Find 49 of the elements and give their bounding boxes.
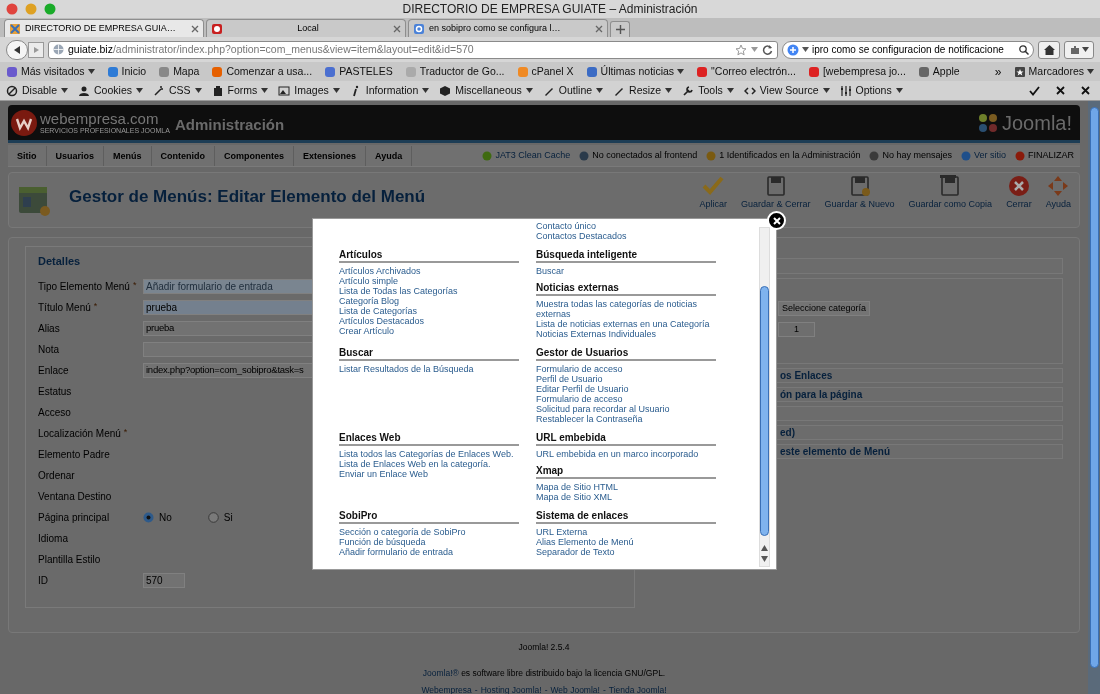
field-label: Nota: [38, 342, 60, 357]
required-marker: *: [123, 425, 128, 439]
required-marker: *: [93, 299, 98, 313]
field-label: Título Menú: [38, 300, 91, 315]
page-title: Gestor de Menús: Editar Elemento del Menú: [69, 186, 426, 209]
field-label: Estatus: [38, 384, 72, 399]
version-text: Joomla! 2.5.4: [518, 641, 570, 654]
section-heading: URL embebida: [536, 432, 716, 446]
brand-name: webempresa.com: [40, 110, 160, 127]
section-heading: Xmap: [536, 465, 716, 479]
panel-title: este elemento de Menú: [780, 445, 891, 459]
window-title: DIRECTORIO DE EMPRESA GUIATE – Administración: [402, 1, 698, 18]
separator-text: -: [474, 683, 478, 694]
section-heading: Búsqueda inteligente: [536, 249, 716, 263]
fieldset-legend: Detalles: [38, 253, 81, 270]
status-item: No hay mensajes: [869, 148, 952, 163]
field-label: Enlace: [38, 363, 69, 378]
section-heading: Sistema de enlaces: [536, 510, 716, 524]
section-heading: Artículos: [339, 249, 519, 263]
field-label: Tipo Elemento Menú: [38, 279, 130, 294]
field-label: Idioma: [38, 531, 68, 546]
section-heading: Enlaces Web: [339, 432, 519, 446]
section-heading: Gestor de Usuarios: [536, 347, 716, 361]
field-label: Elemento Padre: [38, 447, 110, 462]
separator-text: -: [602, 683, 606, 694]
product-name: Joomla!: [1001, 110, 1072, 136]
radio-label: Si: [223, 510, 233, 525]
separator-text: -: [544, 683, 548, 694]
field-label: Alias: [38, 321, 60, 336]
required-marker: *: [132, 278, 137, 292]
status-item: No conectados al frontend: [579, 148, 698, 163]
panel-title: os Enlaces: [780, 369, 833, 383]
field-label: Localización Menú: [38, 426, 121, 441]
field-label: ID: [38, 573, 48, 588]
license-text: Joomla!® es software libre distribuido bajo la licencia GNU/GPL.: [422, 666, 666, 680]
status-item: 1 Identificados en la Administración: [706, 148, 861, 163]
field-label: Acceso: [38, 405, 71, 420]
field-label: Página principal: [38, 510, 110, 525]
section-heading: Buscar: [339, 347, 519, 361]
field-label: Ordenar: [38, 468, 75, 483]
field-label: Plantilla Estilo: [38, 552, 101, 567]
radio-label: No: [159, 510, 172, 525]
panel-title: ed): [780, 426, 795, 440]
field-label: Ventana Destino: [38, 489, 112, 504]
section-heading: Noticias externas: [536, 282, 716, 296]
section-heading: SobiPro: [339, 510, 519, 524]
admin-title: Administración: [175, 115, 285, 136]
status-item: FINALIZAR: [1015, 148, 1074, 163]
panel-title: ón para la página: [780, 388, 863, 402]
